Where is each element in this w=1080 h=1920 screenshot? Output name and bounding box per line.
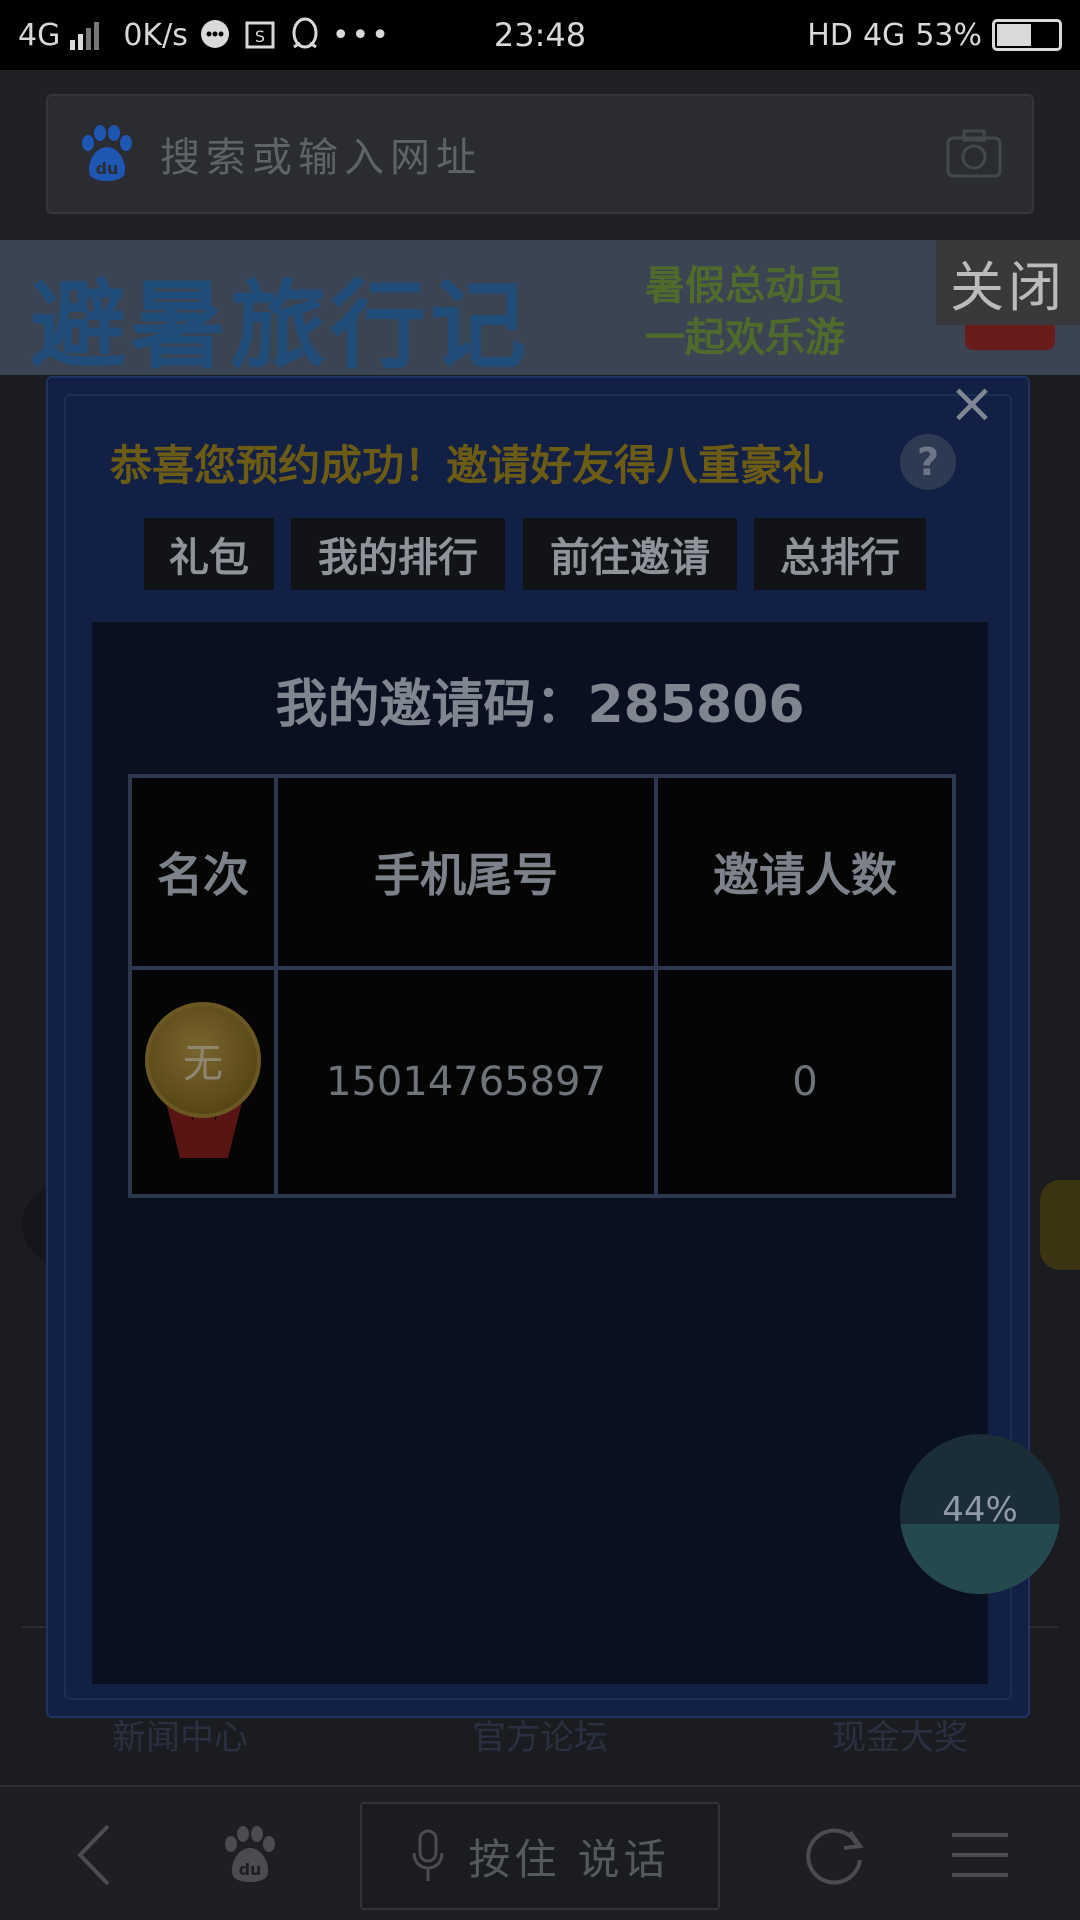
- banner-subtitle: 暑假总动员 一起欢乐游: [645, 260, 845, 364]
- modal-close-button[interactable]: ×: [944, 376, 1000, 432]
- tab-my-rank[interactable]: 我的排行: [291, 518, 505, 590]
- voice-input-button[interactable]: 按住 说话: [360, 1802, 720, 1910]
- modal-title: 恭喜您预约成功！邀请好友得八重豪礼: [110, 441, 825, 490]
- tab-gift[interactable]: 礼包: [144, 518, 274, 590]
- back-icon: [77, 1824, 110, 1885]
- progress-fill: [900, 1523, 1060, 1594]
- search-placeholder: 搜索或输入网址: [160, 135, 482, 181]
- medal-icon: 无: [143, 1002, 263, 1162]
- refresh-icon: [806, 1828, 864, 1885]
- hd-label: HD: [807, 17, 853, 53]
- baidu-logo-icon: du: [72, 119, 142, 189]
- phone-cell: 15014765897: [274, 966, 658, 1198]
- tab-go-invite[interactable]: 前往邀请: [523, 518, 737, 590]
- voice-label: 按住 说话: [468, 1834, 670, 1884]
- progress-label: 44%: [942, 1490, 1018, 1530]
- refresh-button[interactable]: [790, 1787, 880, 1920]
- search-input[interactable]: du 搜索或输入网址: [46, 94, 1034, 214]
- column-header-rank: 名次: [128, 774, 278, 970]
- invite-code: 我的邀请码：285806: [275, 675, 805, 735]
- banner-subtitle-line2: 一起欢乐游: [645, 315, 845, 361]
- network-right-label: 4G: [862, 17, 906, 53]
- camera-icon[interactable]: [944, 126, 1004, 180]
- battery-icon: [992, 19, 1062, 51]
- banner-subtitle-line1: 暑假总动员: [645, 263, 845, 309]
- menu-button[interactable]: [935, 1787, 1025, 1920]
- status-right: HD 4G 53%: [807, 18, 1062, 53]
- promo-banner[interactable]: 避暑旅行记 暑假总动员 一起欢乐游: [0, 240, 1080, 375]
- rank-table: 名次 手机尾号 邀请人数 无 15014765897 0: [128, 774, 956, 1198]
- table-row: 无 15014765897 0: [128, 966, 956, 1198]
- baidu-home-icon: du: [225, 1825, 275, 1882]
- address-area: du 搜索或输入网址: [0, 70, 1080, 240]
- toolbar-baidu-text: du: [239, 1860, 262, 1879]
- banner-close-button[interactable]: 关闭: [936, 240, 1080, 325]
- microphone-icon: [412, 1829, 444, 1881]
- back-button[interactable]: [50, 1787, 140, 1920]
- baidu-home-button[interactable]: du: [205, 1787, 295, 1920]
- table-header-row: 名次 手机尾号 邀请人数: [128, 774, 956, 970]
- baidu-logo-text: du: [96, 159, 119, 178]
- battery-percent: 53%: [915, 17, 982, 53]
- help-icon[interactable]: ?: [900, 434, 956, 490]
- background-decoration: [1040, 1180, 1080, 1270]
- rank-cell: 无: [128, 966, 278, 1198]
- banner-title: 避暑旅行记: [30, 270, 530, 375]
- tab-total-rank[interactable]: 总排行: [754, 518, 926, 590]
- medal-rank-text: 无: [145, 1002, 261, 1118]
- menu-icon: [952, 1832, 1008, 1877]
- status-bar: 4G 0K/s S ••• 23:48 HD 4G 53%: [0, 0, 1080, 70]
- invites-cell: 0: [654, 966, 956, 1198]
- column-header-invites: 邀请人数: [654, 774, 956, 970]
- column-header-phone: 手机尾号: [274, 774, 658, 970]
- bottom-toolbar: du 按住 说话: [0, 1785, 1080, 1920]
